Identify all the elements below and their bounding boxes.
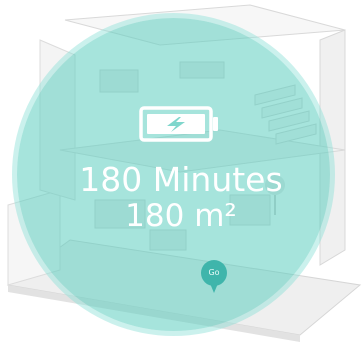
coverage-area-label: 180 m² — [125, 198, 237, 234]
battery-charging-icon — [139, 106, 218, 142]
go-pin-button[interactable]: Go — [201, 260, 227, 296]
go-label: Go — [208, 268, 220, 277]
house-scene: 180 Minutes 180 m² Go — [0, 0, 362, 347]
runtime-label: 180 Minutes — [79, 160, 283, 199]
